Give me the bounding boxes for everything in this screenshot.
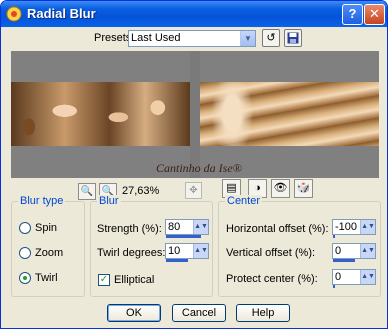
original-image [11, 82, 190, 146]
radio-spin[interactable]: Spin [19, 222, 58, 235]
radio-twirl[interactable]: Twirl [19, 272, 58, 285]
reset-icon[interactable]: ↺ [262, 29, 280, 47]
twirl-input[interactable]: 10 ▲▼ [165, 243, 209, 262]
protect-value: 0 [335, 271, 342, 283]
blur-legend: Blur [97, 195, 121, 207]
twirl-slider[interactable] [166, 259, 188, 262]
pan-icon[interactable]: ✥ [185, 182, 202, 199]
ok-button[interactable]: OK [107, 304, 161, 322]
h-offset-slider[interactable] [333, 235, 335, 238]
original-preview[interactable] [11, 51, 190, 178]
twirl-label: Twirl degrees: [97, 247, 166, 259]
elliptical-label: Elliptical [114, 274, 155, 286]
protect-stepper[interactable]: ▲▼ [360, 270, 375, 284]
chevron-down-icon[interactable]: ▼ [240, 31, 255, 46]
eye-icon[interactable]: 👁 [271, 179, 290, 198]
protect-input[interactable]: 0 ▲▼ [332, 269, 376, 288]
radio-twirl-indicator[interactable] [19, 272, 31, 285]
blur-type-legend: Blur type [18, 195, 66, 207]
help-title-button[interactable]: ? [342, 4, 363, 25]
twirl-stepper[interactable]: ▲▼ [193, 244, 208, 258]
h-offset-stepper[interactable]: ▲▼ [360, 220, 375, 234]
preview-area [11, 51, 379, 178]
h-offset-input[interactable]: -100 ▲▼ [332, 219, 376, 238]
randomize-icon[interactable]: 🎲 [294, 179, 313, 198]
presets-dropdown[interactable]: Last Used ▼ [128, 30, 256, 47]
watermark: Cantinho da Ise® [156, 161, 242, 175]
close-button[interactable]: ✕ [364, 4, 385, 25]
blur-group: Blur Strength (%): 80 ▲▼ Twirl degrees: … [90, 195, 213, 297]
blur-type-group: Blur type Spin Zoom Twirl [11, 195, 85, 297]
radio-zoom[interactable]: Zoom [19, 247, 64, 260]
app-icon [6, 6, 22, 22]
radio-twirl-label: Twirl [35, 272, 58, 284]
radio-spin-indicator[interactable] [19, 222, 31, 235]
result-image [200, 82, 379, 146]
center-group: Center Horizontal offset (%): -100 ▲▼ Ve… [218, 195, 381, 297]
v-offset-input[interactable]: 0 ▲▼ [332, 243, 376, 262]
center-legend: Center [225, 195, 263, 207]
save-preset-icon[interactable] [284, 29, 302, 47]
radio-zoom-label: Zoom [35, 247, 64, 259]
zoom-out-icon[interactable]: 🔍 [78, 183, 96, 200]
radial-blur-dialog: Radial Blur ? ✕ Presets: Last Used ▼ ↺ C… [0, 0, 388, 329]
protect-label: Protect center (%): [226, 273, 318, 285]
v-offset-stepper[interactable]: ▲▼ [360, 244, 375, 258]
protect-slider[interactable] [333, 285, 335, 288]
window-title: Radial Blur [27, 6, 96, 21]
strength-slider[interactable] [166, 235, 201, 238]
radio-zoom-indicator[interactable] [19, 247, 31, 260]
result-preview [200, 51, 379, 178]
presets-value: Last Used [131, 32, 181, 44]
zoom-level: 27,63% [122, 185, 160, 197]
cancel-button[interactable]: Cancel [172, 304, 226, 322]
v-offset-label: Vertical offset (%): [226, 247, 316, 259]
v-offset-slider[interactable] [333, 259, 355, 262]
h-offset-label: Horizontal offset (%): [226, 223, 329, 235]
strength-label: Strength (%): [97, 223, 162, 235]
help-button[interactable]: Help [236, 304, 290, 322]
strength-value: 80 [168, 221, 181, 233]
radio-spin-label: Spin [35, 222, 58, 234]
v-offset-value: 0 [335, 245, 342, 257]
strength-input[interactable]: 80 ▲▼ [165, 219, 209, 238]
elliptical-checkbox[interactable]: ✓ [98, 274, 110, 286]
twirl-value: 10 [168, 245, 181, 257]
title-bar[interactable]: Radial Blur ? ✕ [1, 1, 387, 27]
h-offset-value: -100 [335, 221, 358, 233]
strength-stepper[interactable]: ▲▼ [193, 220, 208, 234]
